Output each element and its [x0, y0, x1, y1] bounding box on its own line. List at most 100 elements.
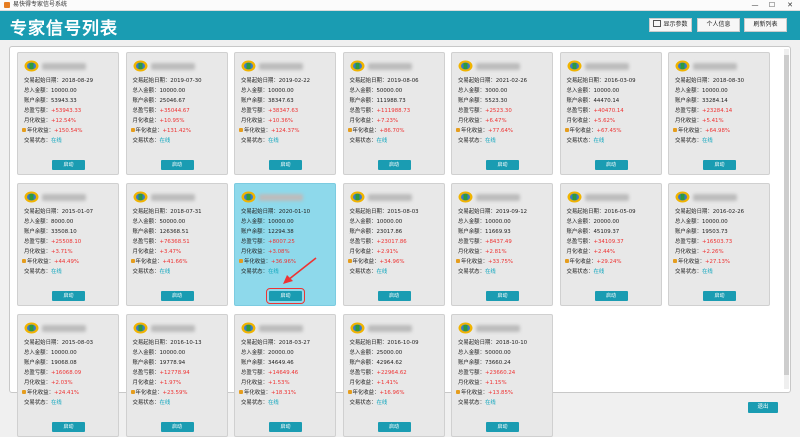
mt-logo-icon: [241, 191, 256, 203]
status-row: 交易状态：在线: [350, 138, 388, 145]
launch-button[interactable]: 启动: [160, 422, 194, 432]
balance-label: 账户余额：: [675, 98, 702, 104]
balance-label: 账户余额：: [349, 98, 377, 104]
launch-button[interactable]: 启动: [269, 160, 302, 170]
mt-logo-icon: [458, 322, 473, 334]
show-params-button[interactable]: 显示参数: [649, 18, 692, 32]
profit-row: 总盈亏额：+8007.25: [241, 239, 295, 246]
total-deposit-label: 总入金额：: [349, 350, 377, 356]
annual-value: +23.59%: [162, 390, 188, 396]
blurred-expert-name: [259, 325, 303, 332]
launch-button[interactable]: 启动: [486, 422, 519, 432]
status-row: 交易状态：在线: [458, 400, 496, 407]
signal-card[interactable]: 交易起始日期：2016-10-09 总入金额：25000.00 账户余额：429…: [342, 314, 445, 437]
launch-button[interactable]: 启动: [52, 160, 85, 170]
signal-card[interactable]: 交易起始日期：2018-07-31 总入金额：50000.00 账户余额：126…: [125, 183, 228, 306]
close-button[interactable]: ✕: [782, 0, 798, 10]
status-label: 交易状态：: [349, 400, 377, 406]
signal-card[interactable]: 交易起始日期：2019-09-12 总入金额：10000.00 账户余额：116…: [451, 183, 553, 306]
monthly-row: 月化收益：+6.47%: [458, 118, 507, 125]
start-date-value: 2018-10-10: [495, 340, 528, 346]
monthly-row: 月化收益：+12.54%: [24, 118, 76, 125]
crown-icon: [239, 390, 243, 394]
launch-button[interactable]: 启动: [52, 422, 85, 432]
start-date-label: 交易起始日期：: [132, 340, 171, 346]
annual-label: 年化收益：: [461, 259, 488, 265]
start-date-label: 交易起始日期：: [241, 340, 279, 346]
profit-row: 总盈亏额：+40470.14: [567, 108, 624, 115]
signal-card[interactable]: 交易起始日期：2015-08-03 总入金额：10000.00 账户余额：190…: [17, 314, 119, 437]
profit-value: +8007.25: [267, 239, 295, 245]
signal-card[interactable]: 交易起始日期：2019-02-22 总入金额：10000.00 账户余额：383…: [234, 52, 336, 175]
start-date-row: 交易起始日期：2019-07-30: [133, 78, 202, 85]
status-row: 交易状态：在线: [567, 269, 605, 276]
mt-logo-icon: [350, 191, 364, 203]
profit-value: +34109.37: [593, 239, 624, 245]
profit-label: 总盈亏额：: [458, 108, 485, 114]
launch-button[interactable]: 启动: [266, 288, 305, 304]
launch-button[interactable]: 启动: [703, 160, 736, 170]
mt-logo-icon: [241, 322, 256, 334]
total-deposit-label: 总入金额：: [458, 350, 485, 356]
signal-card[interactable]: 交易起始日期：2018-03-27 总入金额：20000.00 账户余额：346…: [234, 314, 336, 437]
exit-button[interactable]: 退出: [748, 402, 778, 413]
balance-label: 账户余额：: [458, 360, 485, 366]
launch-button[interactable]: 启动: [377, 422, 411, 432]
start-date-label: 交易起始日期：: [566, 78, 605, 84]
monthly-row: 月化收益：+7.23%: [350, 118, 399, 125]
personal-info-button[interactable]: 个人信息: [697, 18, 740, 32]
total-deposit-value: 8000.00: [50, 219, 74, 225]
start-date-row: 交易起始日期：2018-03-27: [241, 340, 310, 347]
total-deposit-value: 10000.00: [159, 88, 186, 94]
signal-card[interactable]: 交易起始日期：2021-02-26 总入金额：3000.00 账户余额：5523…: [451, 52, 553, 175]
crown-icon: [239, 128, 243, 132]
launch-button[interactable]: 启动: [269, 422, 302, 432]
total-deposit-label: 总入金额：: [132, 219, 160, 225]
signal-card[interactable]: 交易起始日期：2016-10-13 总入金额：10000.00 账户余额：197…: [125, 314, 228, 437]
launch-button[interactable]: 启动: [160, 291, 194, 301]
balance-label: 账户余额：: [24, 229, 51, 235]
start-date-label: 交易起始日期：: [675, 78, 713, 84]
mt-logo-icon: [350, 60, 364, 72]
signal-card[interactable]: 交易起始日期：2018-10-10 总入金额：50000.00 账户余额：736…: [451, 314, 553, 437]
launch-button[interactable]: 启动: [703, 291, 736, 301]
signal-card[interactable]: 交易起始日期：2018-08-30 总入金额：10000.00 账户余额：332…: [668, 52, 770, 175]
balance-row: 账户余额：45109.37: [567, 229, 620, 236]
signal-card[interactable]: 交易起始日期：2016-02-26 总入金额：10000.00 账户余额：195…: [668, 183, 770, 306]
launch-button[interactable]: 启动: [160, 160, 194, 170]
launch-button[interactable]: 启动: [377, 160, 411, 170]
annual-value: +33.75%: [487, 259, 514, 265]
signal-card[interactable]: 交易起始日期：2016-03-09 总入金额：10000.00 账户余额：444…: [559, 52, 662, 175]
launch-button[interactable]: 启动: [377, 291, 411, 301]
crown-icon: [22, 128, 26, 132]
profit-label: 总盈亏额：: [241, 108, 268, 114]
monthly-label: 月化收益：: [24, 249, 51, 255]
scrollbar-thumb[interactable]: [784, 55, 789, 375]
signal-card[interactable]: 交易起始日期：2016-05-09 总入金额：20000.00 账户余额：451…: [559, 183, 662, 306]
balance-label: 账户余额：: [349, 229, 377, 235]
launch-button[interactable]: 启动: [486, 291, 519, 301]
launch-button[interactable]: 启动: [594, 291, 628, 301]
signal-card[interactable]: 交易起始日期：2018-08-29 总入金额：10000.00 账户余额：539…: [17, 52, 119, 175]
annual-row: 年化收益：+44.49%: [22, 259, 79, 266]
launch-button[interactable]: 启动: [52, 291, 85, 301]
balance-row: 账户余额：11669.93: [458, 229, 511, 236]
annual-row: 年化收益：+67.45%: [564, 128, 622, 135]
launch-button[interactable]: 启动: [486, 160, 519, 170]
vertical-scrollbar[interactable]: [784, 49, 789, 389]
total-deposit-label: 总入金额：: [241, 350, 268, 356]
header-bar: 专家信号列表 显示参数 个人信息 刷新列表: [0, 11, 800, 40]
maximize-button[interactable]: ☐: [764, 0, 780, 10]
minimize-button[interactable]: —: [747, 0, 763, 10]
signal-card[interactable]: 交易起始日期：2015-08-03 总入金额：10000.00 账户余额：230…: [342, 183, 445, 306]
blurred-expert-name: [259, 194, 303, 201]
blurred-expert-name: [150, 194, 195, 201]
crown-icon: [673, 259, 677, 263]
launch-button[interactable]: 启动: [594, 160, 628, 170]
refresh-list-button[interactable]: 刷新列表: [744, 18, 787, 32]
signal-card[interactable]: 交易起始日期：2019-07-30 总入金额：10000.00 账户余额：250…: [125, 52, 228, 175]
signal-card[interactable]: 交易起始日期：2019-08-06 总入金额：50000.00 账户余额：111…: [342, 52, 445, 175]
monthly-value: +2.03%: [50, 380, 73, 386]
signal-card[interactable]: 交易起始日期：2015-01-07 总入金额：8000.00 账户余额：3350…: [17, 183, 119, 306]
status-row: 交易状态：在线: [241, 400, 279, 407]
